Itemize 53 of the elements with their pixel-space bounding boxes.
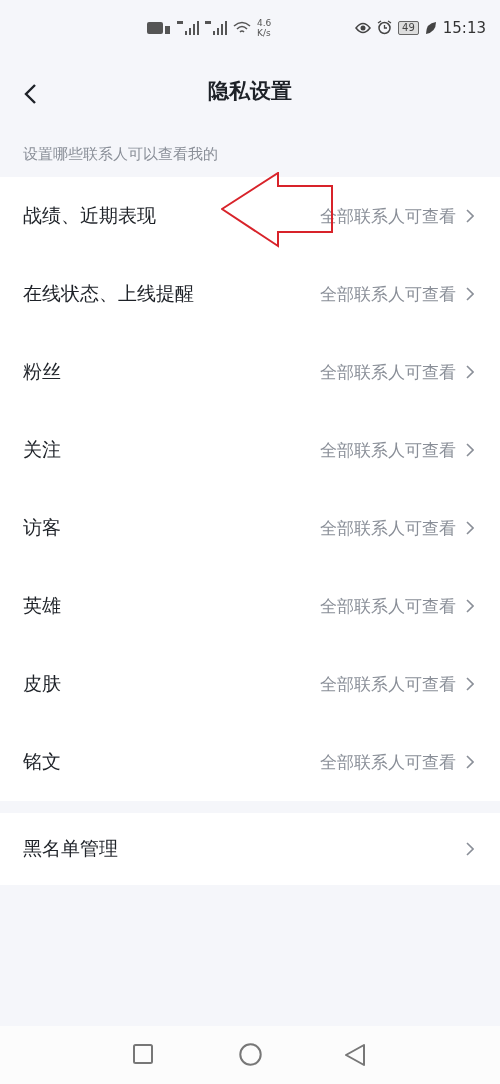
triangle-icon	[345, 1044, 365, 1066]
chevron-icon	[466, 521, 474, 535]
row-label: 战绩、近期表现	[23, 203, 157, 228]
chevron-icon	[466, 287, 474, 301]
chevron-icon	[466, 443, 474, 457]
clock-time: 15:13	[442, 18, 486, 37]
settings-row[interactable]: 关注 全部联系人可查看	[0, 411, 500, 489]
chevron-icon	[466, 677, 474, 691]
wifi-icon	[233, 20, 251, 35]
settings-row[interactable]: 黑名单管理	[0, 813, 500, 885]
settings-row[interactable]: 在线状态、上线提醒 全部联系人可查看	[0, 255, 500, 333]
signal-icon	[205, 20, 227, 35]
section-label: 设置哪些联系人可以查看我的	[22, 144, 219, 165]
hd-icon	[147, 21, 171, 34]
settings-row[interactable]: 粉丝 全部联系人可查看	[0, 333, 500, 411]
row-label: 铭文	[23, 749, 62, 774]
square-icon	[133, 1044, 153, 1064]
settings-row[interactable]: 铭文 全部联系人可查看	[0, 723, 500, 801]
row-value: 全部联系人可查看	[320, 594, 456, 618]
chevron-icon	[466, 842, 474, 856]
back-icon	[24, 83, 37, 105]
row-label: 黑名单管理	[23, 836, 119, 861]
home-button[interactable]	[239, 1043, 262, 1066]
row-label: 关注	[23, 437, 62, 462]
row-value: 全部联系人可查看	[320, 750, 456, 774]
row-value: 全部联系人可查看	[320, 282, 456, 306]
leaf-icon	[424, 20, 437, 35]
page-title: 隐私设置	[208, 78, 292, 105]
alarm-icon	[377, 20, 393, 35]
row-value: 全部联系人可查看	[320, 672, 456, 696]
settings-row[interactable]: 访客 全部联系人可查看	[0, 489, 500, 567]
row-label: 在线状态、上线提醒	[23, 281, 195, 306]
row-label: 英雄	[23, 593, 62, 618]
settings-row[interactable]: 英雄 全部联系人可查看	[0, 567, 500, 645]
circle-icon	[239, 1043, 262, 1066]
speed-unit: K/s	[257, 27, 272, 38]
battery-level: 49	[398, 20, 419, 35]
eye-icon	[355, 21, 372, 34]
speed-value: 4.6	[257, 17, 272, 28]
chevron-icon	[466, 209, 474, 223]
row-label: 粉丝	[23, 359, 62, 384]
chevron-icon	[466, 365, 474, 379]
signal-icon	[177, 20, 199, 35]
settings-row[interactable]: 皮肤 全部联系人可查看	[0, 645, 500, 723]
row-label: 皮肤	[23, 671, 62, 696]
row-value: 全部联系人可查看	[320, 516, 456, 540]
recents-button[interactable]	[133, 1044, 153, 1064]
row-label: 访客	[23, 515, 62, 540]
chevron-icon	[466, 755, 474, 769]
chevron-icon	[466, 599, 474, 613]
row-value: 全部联系人可查看	[320, 360, 456, 384]
row-value: 全部联系人可查看	[320, 438, 456, 462]
back-nav-button[interactable]	[345, 1044, 365, 1066]
